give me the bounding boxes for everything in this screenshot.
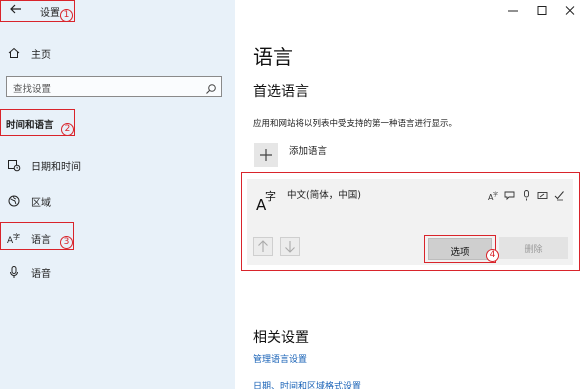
language-name: 中文(简体，中国) [287, 190, 361, 201]
manage-language-settings-link[interactable]: 管理语言设置 [253, 352, 307, 365]
handwriting-icon [537, 186, 548, 199]
options-label: 选项 [450, 247, 470, 258]
sidebar-item-date-time[interactable]: 日期和时间 [0, 152, 235, 178]
arrow-down-icon [285, 241, 295, 253]
options-button[interactable]: 选项 [424, 235, 496, 263]
search-icon[interactable] [205, 80, 217, 94]
close-icon[interactable] [562, 3, 578, 17]
sidebar-item-label: 日期和时间 [31, 162, 81, 173]
arrow-up-icon [258, 240, 268, 252]
add-language-button[interactable] [254, 143, 278, 167]
spellcheck-icon [554, 186, 565, 201]
svg-text:字: 字 [265, 189, 276, 203]
page-title: 语言 [253, 45, 293, 69]
search-placeholder: 查找设置 [13, 84, 52, 95]
svg-text:字: 字 [493, 191, 498, 198]
plus-icon [260, 149, 272, 161]
move-down-button[interactable] [280, 237, 300, 256]
annotation-badge-1: 1 [60, 9, 73, 22]
related-settings-heading: 相关设置 [253, 330, 309, 346]
microphone-icon [521, 186, 532, 201]
globe-icon [7, 193, 21, 207]
home-icon [7, 45, 21, 59]
calendar-clock-icon [7, 157, 21, 172]
sidebar-item-region[interactable]: 区域 [0, 188, 235, 214]
sidebar-item-label: 区域 [31, 198, 51, 209]
microphone-icon [7, 264, 21, 278]
minimize-icon[interactable] [505, 3, 521, 17]
remove-button[interactable]: 删除 [499, 237, 568, 259]
sidebar-item-speech[interactable]: 语音 [0, 259, 235, 285]
preferred-languages-heading: 首选语言 [253, 84, 309, 100]
sidebar-item-home[interactable]: 主页 [0, 40, 235, 66]
options-button-face: 选项 [428, 238, 492, 260]
sidebar-item-label: 语音 [31, 269, 51, 280]
annotation-badge-3: 3 [60, 236, 73, 249]
remove-label: 删除 [524, 245, 543, 255]
add-language-label[interactable]: 添加语言 [289, 143, 327, 157]
display-language-icon: A字 [488, 186, 499, 202]
language-glyph-icon: A字 [256, 188, 280, 214]
sidebar: 设置 1 主页 查找设置 时间和语言 2 日期和时间 区域 A字 语言 3 语音 [0, 0, 235, 389]
annotation-badge-2: 2 [61, 123, 74, 136]
maximize-icon[interactable] [534, 3, 550, 17]
date-time-region-link[interactable]: 日期、时间和区域格式设置 [253, 379, 361, 389]
sidebar-item-label: 主页 [31, 50, 51, 61]
annotation-badge-4: 4 [486, 249, 499, 262]
preferred-languages-description: 应用和网站将以列表中受支持的第一种语言进行显示。 [253, 119, 458, 129]
search-input[interactable]: 查找设置 [6, 76, 222, 97]
move-up-button[interactable] [253, 237, 273, 256]
speech-icon [504, 186, 515, 201]
